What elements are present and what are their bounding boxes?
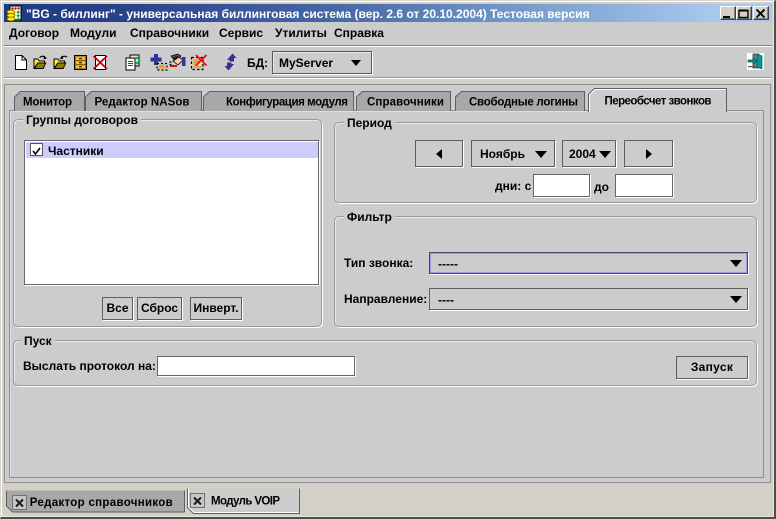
- svg-text:Модуль VOIP: Модуль VOIP: [211, 496, 280, 508]
- svg-text:Конфигурация модуля: Конфигурация модуля: [226, 97, 348, 109]
- svg-text:Свободные логины: Свободные логины: [469, 97, 578, 109]
- svg-text:Переобсчет звонков: Переобсчет звонков: [605, 96, 712, 108]
- svg-text:Редактор справочников: Редактор справочников: [30, 497, 173, 509]
- svg-text:Монитор: Монитор: [23, 97, 72, 109]
- svg-text:Справочники: Справочники: [367, 97, 444, 109]
- svg-text:Редактор NASов: Редактор NASов: [95, 97, 190, 109]
